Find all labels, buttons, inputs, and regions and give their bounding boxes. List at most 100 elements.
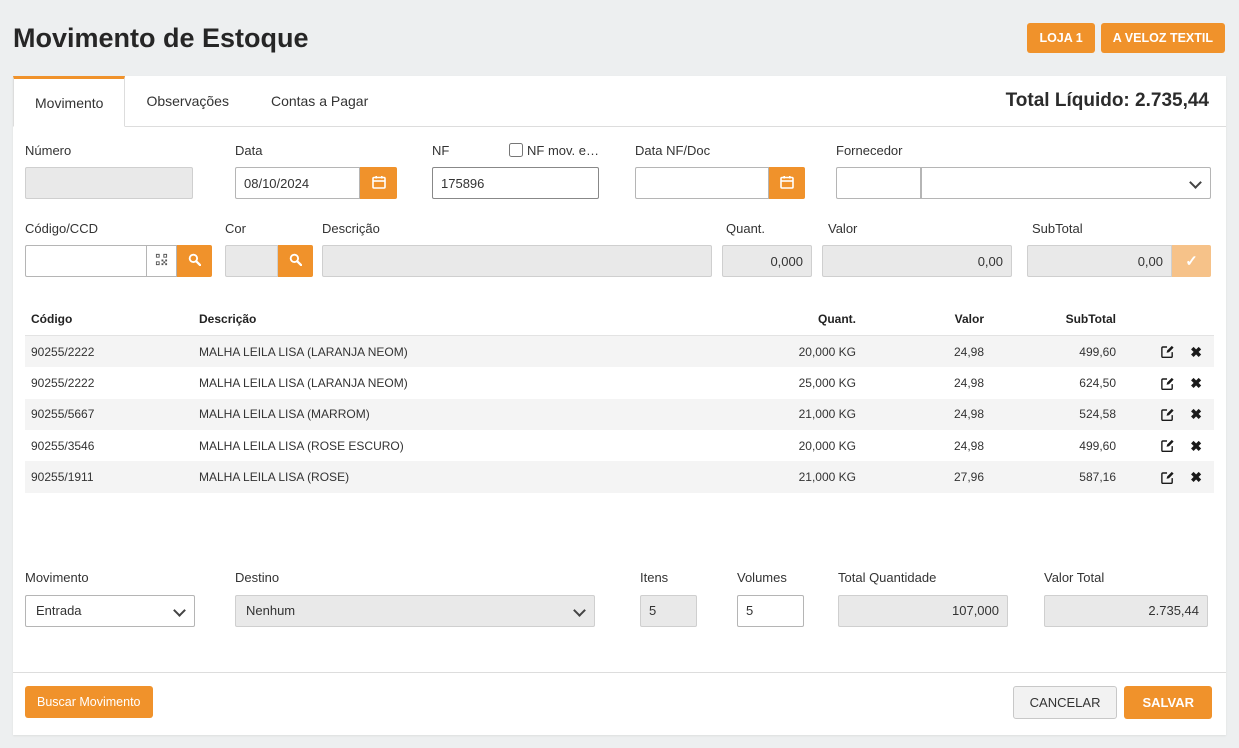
codigo-ccd-qr-button[interactable]	[147, 245, 177, 277]
subtotal-label: SubTotal	[1027, 220, 1211, 236]
delete-row-button[interactable]: ✖	[1190, 470, 1202, 484]
calendar-icon	[372, 175, 386, 192]
company-button[interactable]: A VELOZ TEXTIL	[1101, 23, 1225, 53]
data-input[interactable]	[235, 167, 360, 199]
summary-row: Movimento Entrada Destino Nenhum	[25, 570, 1214, 627]
row-actions: ✖	[1122, 430, 1214, 461]
qr-code-icon	[155, 253, 168, 269]
row-subtotal: 524,58	[990, 399, 1122, 430]
edit-row-button[interactable]	[1160, 376, 1175, 391]
row-descricao: MALHA LEILA LISA (ROSE ESCURO)	[193, 430, 712, 461]
delete-row-button[interactable]: ✖	[1190, 376, 1202, 390]
col-quant: Quant.	[712, 303, 862, 336]
row-quant: 21,000 KG	[712, 461, 862, 492]
valor-total-input	[1044, 595, 1208, 627]
field-cor: Cor	[225, 220, 313, 277]
tab-bar: Movimento Observações Contas a Pagar Tot…	[13, 76, 1226, 127]
quant-label: Quant.	[722, 220, 812, 236]
field-valor: Valor	[822, 220, 1012, 277]
salvar-button[interactable]: SALVAR	[1124, 686, 1212, 719]
data-nf-doc-label: Data NF/Doc	[635, 142, 805, 158]
table-row: 90255/2222 MALHA LEILA LISA (LARANJA NEO…	[25, 367, 1214, 398]
destino-label: Destino	[235, 570, 595, 586]
search-icon	[188, 253, 201, 269]
codigo-ccd-search-button[interactable]	[177, 245, 212, 277]
valor-input	[822, 245, 1012, 277]
itens-label: Itens	[640, 570, 697, 586]
destino-select-wrap: Nenhum	[235, 595, 595, 627]
field-itens: Itens	[640, 570, 697, 627]
data-label: Data	[235, 142, 397, 158]
codigo-ccd-input[interactable]	[25, 245, 147, 277]
row-actions: ✖	[1122, 336, 1214, 368]
col-subtotal: SubTotal	[990, 303, 1122, 336]
data-calendar-button[interactable]	[360, 167, 397, 199]
tab-observacoes[interactable]: Observações	[125, 76, 249, 126]
fornecedor-code-input[interactable]	[836, 167, 921, 199]
edit-row-button[interactable]	[1160, 344, 1175, 359]
row-valor: 24,98	[862, 430, 990, 461]
edit-row-button[interactable]	[1160, 407, 1175, 422]
buscar-movimento-button[interactable]: Buscar Movimento	[25, 686, 153, 718]
row-codigo: 90255/5667	[25, 399, 193, 430]
row-actions: ✖	[1122, 461, 1214, 492]
edit-icon	[1160, 470, 1175, 485]
cancelar-button[interactable]: CANCELAR	[1013, 686, 1118, 719]
data-nf-doc-calendar-button[interactable]	[769, 167, 805, 199]
movimento-select[interactable]: Entrada	[25, 595, 195, 627]
row-codigo: 90255/3546	[25, 430, 193, 461]
table-row: 90255/5667 MALHA LEILA LISA (MARROM) 21,…	[25, 399, 1214, 430]
edit-row-button[interactable]	[1160, 470, 1175, 485]
delete-row-button[interactable]: ✖	[1190, 345, 1202, 359]
edit-row-button[interactable]	[1160, 438, 1175, 453]
field-data: Data	[235, 142, 397, 199]
row-descricao: MALHA LEILA LISA (LARANJA NEOM)	[193, 367, 712, 398]
row-subtotal: 587,16	[990, 461, 1122, 492]
numero-input	[25, 167, 193, 199]
col-descricao: Descrição	[193, 303, 712, 336]
volumes-input[interactable]	[737, 595, 804, 627]
descricao-label: Descrição	[322, 220, 712, 236]
nf-mov-checkbox-label[interactable]: NF mov. e…	[509, 143, 599, 158]
delete-x-icon: ✖	[1190, 376, 1202, 390]
store-button[interactable]: LOJA 1	[1027, 23, 1094, 53]
page-header: Movimento de Estoque LOJA 1 A VELOZ TEXT…	[0, 0, 1239, 60]
header-buttons: LOJA 1 A VELOZ TEXTIL	[1027, 23, 1225, 53]
row-valor: 27,96	[862, 461, 990, 492]
fornecedor-select-wrap	[921, 167, 1211, 199]
subtotal-confirm-button[interactable]: ✓	[1172, 245, 1211, 277]
items-table-body: 90255/2222 MALHA LEILA LISA (LARANJA NEO…	[25, 336, 1214, 493]
search-icon	[289, 253, 302, 269]
descricao-input	[322, 245, 712, 277]
delete-x-icon: ✖	[1190, 407, 1202, 421]
quant-input	[722, 245, 812, 277]
delete-x-icon: ✖	[1190, 439, 1202, 453]
delete-row-button[interactable]: ✖	[1190, 439, 1202, 453]
cor-search-button[interactable]	[278, 245, 313, 277]
row-quant: 21,000 KG	[712, 399, 862, 430]
field-volumes: Volumes	[737, 570, 804, 627]
nf-mov-checkbox[interactable]	[509, 143, 523, 157]
destino-select[interactable]: Nenhum	[235, 595, 595, 627]
edit-icon	[1160, 407, 1175, 422]
edit-icon	[1160, 376, 1175, 391]
field-codigo-ccd: Código/CCD	[25, 220, 212, 277]
field-data-nf-doc: Data NF/Doc	[635, 142, 805, 199]
codigo-ccd-label: Código/CCD	[25, 220, 212, 236]
tab-movimento[interactable]: Movimento	[13, 76, 125, 127]
field-nf: NF NF mov. e…	[432, 142, 599, 199]
row-subtotal: 499,60	[990, 336, 1122, 368]
subtotal-input	[1027, 245, 1172, 277]
table-row: 90255/1911 MALHA LEILA LISA (ROSE) 21,00…	[25, 461, 1214, 492]
main-card: Movimento Observações Contas a Pagar Tot…	[13, 76, 1226, 735]
nf-input[interactable]	[432, 167, 599, 199]
field-total-quantidade: Total Quantidade	[838, 570, 1008, 627]
field-subtotal: SubTotal ✓	[1027, 220, 1211, 277]
cor-input	[225, 245, 278, 277]
fornecedor-select[interactable]	[921, 167, 1211, 199]
fornecedor-label: Fornecedor	[836, 142, 1211, 158]
tab-contas-a-pagar[interactable]: Contas a Pagar	[250, 76, 389, 126]
delete-row-button[interactable]: ✖	[1190, 407, 1202, 421]
data-nf-doc-input[interactable]	[635, 167, 769, 199]
row-quant: 20,000 KG	[712, 430, 862, 461]
